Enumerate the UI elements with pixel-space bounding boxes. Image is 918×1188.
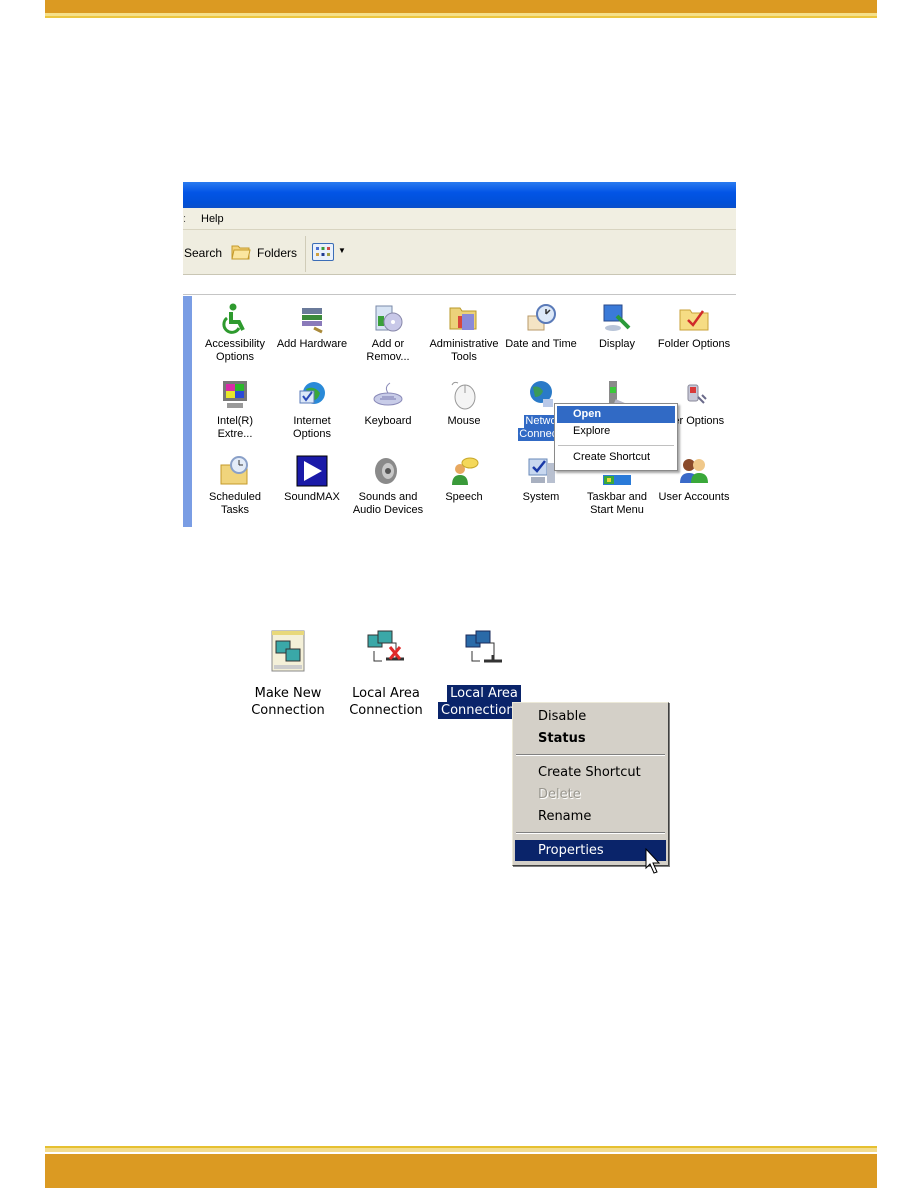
menu-bar: : Help bbox=[183, 208, 736, 230]
cp-item-keyboard[interactable]: Keyboard bbox=[350, 379, 426, 441]
folder-options-icon bbox=[678, 302, 710, 334]
sounds-icon bbox=[372, 455, 404, 487]
cp-item-soundmax[interactable]: SoundMAX bbox=[274, 455, 350, 517]
page-header-band bbox=[45, 0, 877, 13]
power-options-icon bbox=[678, 379, 710, 411]
keyboard-icon bbox=[372, 379, 404, 411]
folders-button[interactable]: Folders bbox=[257, 246, 297, 260]
mouse-cursor-icon bbox=[645, 848, 661, 874]
user-accounts-icon bbox=[678, 455, 710, 487]
page-header-stripe bbox=[45, 16, 877, 18]
make-new-connection-icon bbox=[268, 629, 308, 675]
menu-separator bbox=[516, 832, 665, 834]
cp-item-internet-options[interactable]: Internet Options bbox=[274, 379, 350, 441]
cp-item-scheduled-tasks[interactable]: Scheduled Tasks bbox=[197, 455, 273, 517]
toolbar-separator bbox=[305, 236, 306, 272]
lan-disconnected-icon bbox=[366, 629, 406, 675]
cp-item-sounds-audio[interactable]: Sounds and Audio Devices bbox=[350, 455, 426, 517]
cp-item-folder-options[interactable]: Folder Options bbox=[656, 302, 732, 364]
mouse-icon bbox=[448, 379, 480, 411]
menu-item-open[interactable]: Open bbox=[557, 406, 675, 423]
window-title-bar[interactable] bbox=[183, 182, 736, 208]
control-panel-window: : Help Search Folders ▼ Accessibility Op… bbox=[183, 182, 736, 527]
cp-item-mouse[interactable]: Mouse bbox=[426, 379, 502, 441]
menu-item-rename[interactable]: Rename bbox=[515, 806, 666, 827]
add-remove-programs-icon bbox=[372, 302, 404, 334]
system-icon bbox=[525, 455, 557, 487]
views-icon[interactable] bbox=[312, 243, 334, 261]
add-hardware-icon bbox=[296, 302, 328, 334]
task-pane-edge bbox=[183, 296, 192, 527]
menu-item-partial[interactable]: : bbox=[183, 213, 186, 225]
speech-icon bbox=[448, 455, 480, 487]
menu-item-status[interactable]: Status bbox=[515, 728, 666, 749]
cp-item-date-time[interactable]: Date and Time bbox=[503, 302, 579, 364]
administrative-tools-icon bbox=[448, 302, 480, 334]
lan-connected-icon bbox=[464, 629, 504, 675]
cp-item-add-remove-programs[interactable]: Add or Remov... bbox=[350, 302, 426, 364]
menu-item-help[interactable]: Help bbox=[201, 213, 224, 225]
menu-separator bbox=[516, 754, 665, 756]
toolbar: Search Folders ▼ bbox=[183, 230, 736, 275]
intel-graphics-icon bbox=[219, 379, 251, 411]
cp-item-speech[interactable]: Speech bbox=[426, 455, 502, 517]
nc-item-make-new-connection[interactable]: Make New Connection bbox=[240, 629, 336, 719]
menu-item-disable[interactable]: Disable bbox=[515, 706, 666, 727]
scheduled-tasks-icon bbox=[219, 455, 251, 487]
internet-options-icon bbox=[296, 379, 328, 411]
cp-item-display[interactable]: Display bbox=[579, 302, 655, 364]
date-time-icon bbox=[525, 302, 557, 334]
menu-item-explore[interactable]: Explore bbox=[557, 423, 675, 440]
soundmax-icon bbox=[296, 455, 328, 487]
menu-item-create-shortcut[interactable]: Create Shortcut bbox=[557, 449, 675, 466]
cp-item-administrative-tools[interactable]: Administrative Tools bbox=[426, 302, 502, 364]
cp-item-add-hardware[interactable]: Add Hardware bbox=[274, 302, 350, 364]
network-context-menu: Open Explore Create Shortcut bbox=[554, 403, 678, 471]
folders-icon[interactable] bbox=[231, 242, 251, 260]
menu-separator bbox=[558, 445, 674, 446]
chevron-down-icon[interactable]: ▼ bbox=[338, 246, 346, 255]
menu-item-properties[interactable]: Properties bbox=[515, 840, 666, 861]
cp-item-accessibility[interactable]: Accessibility Options bbox=[197, 302, 273, 364]
network-connections-icon bbox=[525, 379, 557, 411]
connection-context-menu: Disable Status Create Shortcut Delete Re… bbox=[512, 702, 669, 866]
cp-item-intel-graphics[interactable]: Intel(R) Extre... bbox=[197, 379, 273, 441]
accessibility-icon bbox=[219, 302, 251, 334]
page-footer-band bbox=[45, 1154, 877, 1188]
address-area bbox=[183, 276, 736, 295]
search-button[interactable]: Search bbox=[184, 246, 222, 260]
menu-item-delete: Delete bbox=[538, 787, 581, 802]
nc-item-local-area-connection[interactable]: Local Area Connection bbox=[338, 629, 434, 719]
menu-item-create-shortcut[interactable]: Create Shortcut bbox=[515, 762, 666, 783]
display-icon bbox=[601, 302, 633, 334]
